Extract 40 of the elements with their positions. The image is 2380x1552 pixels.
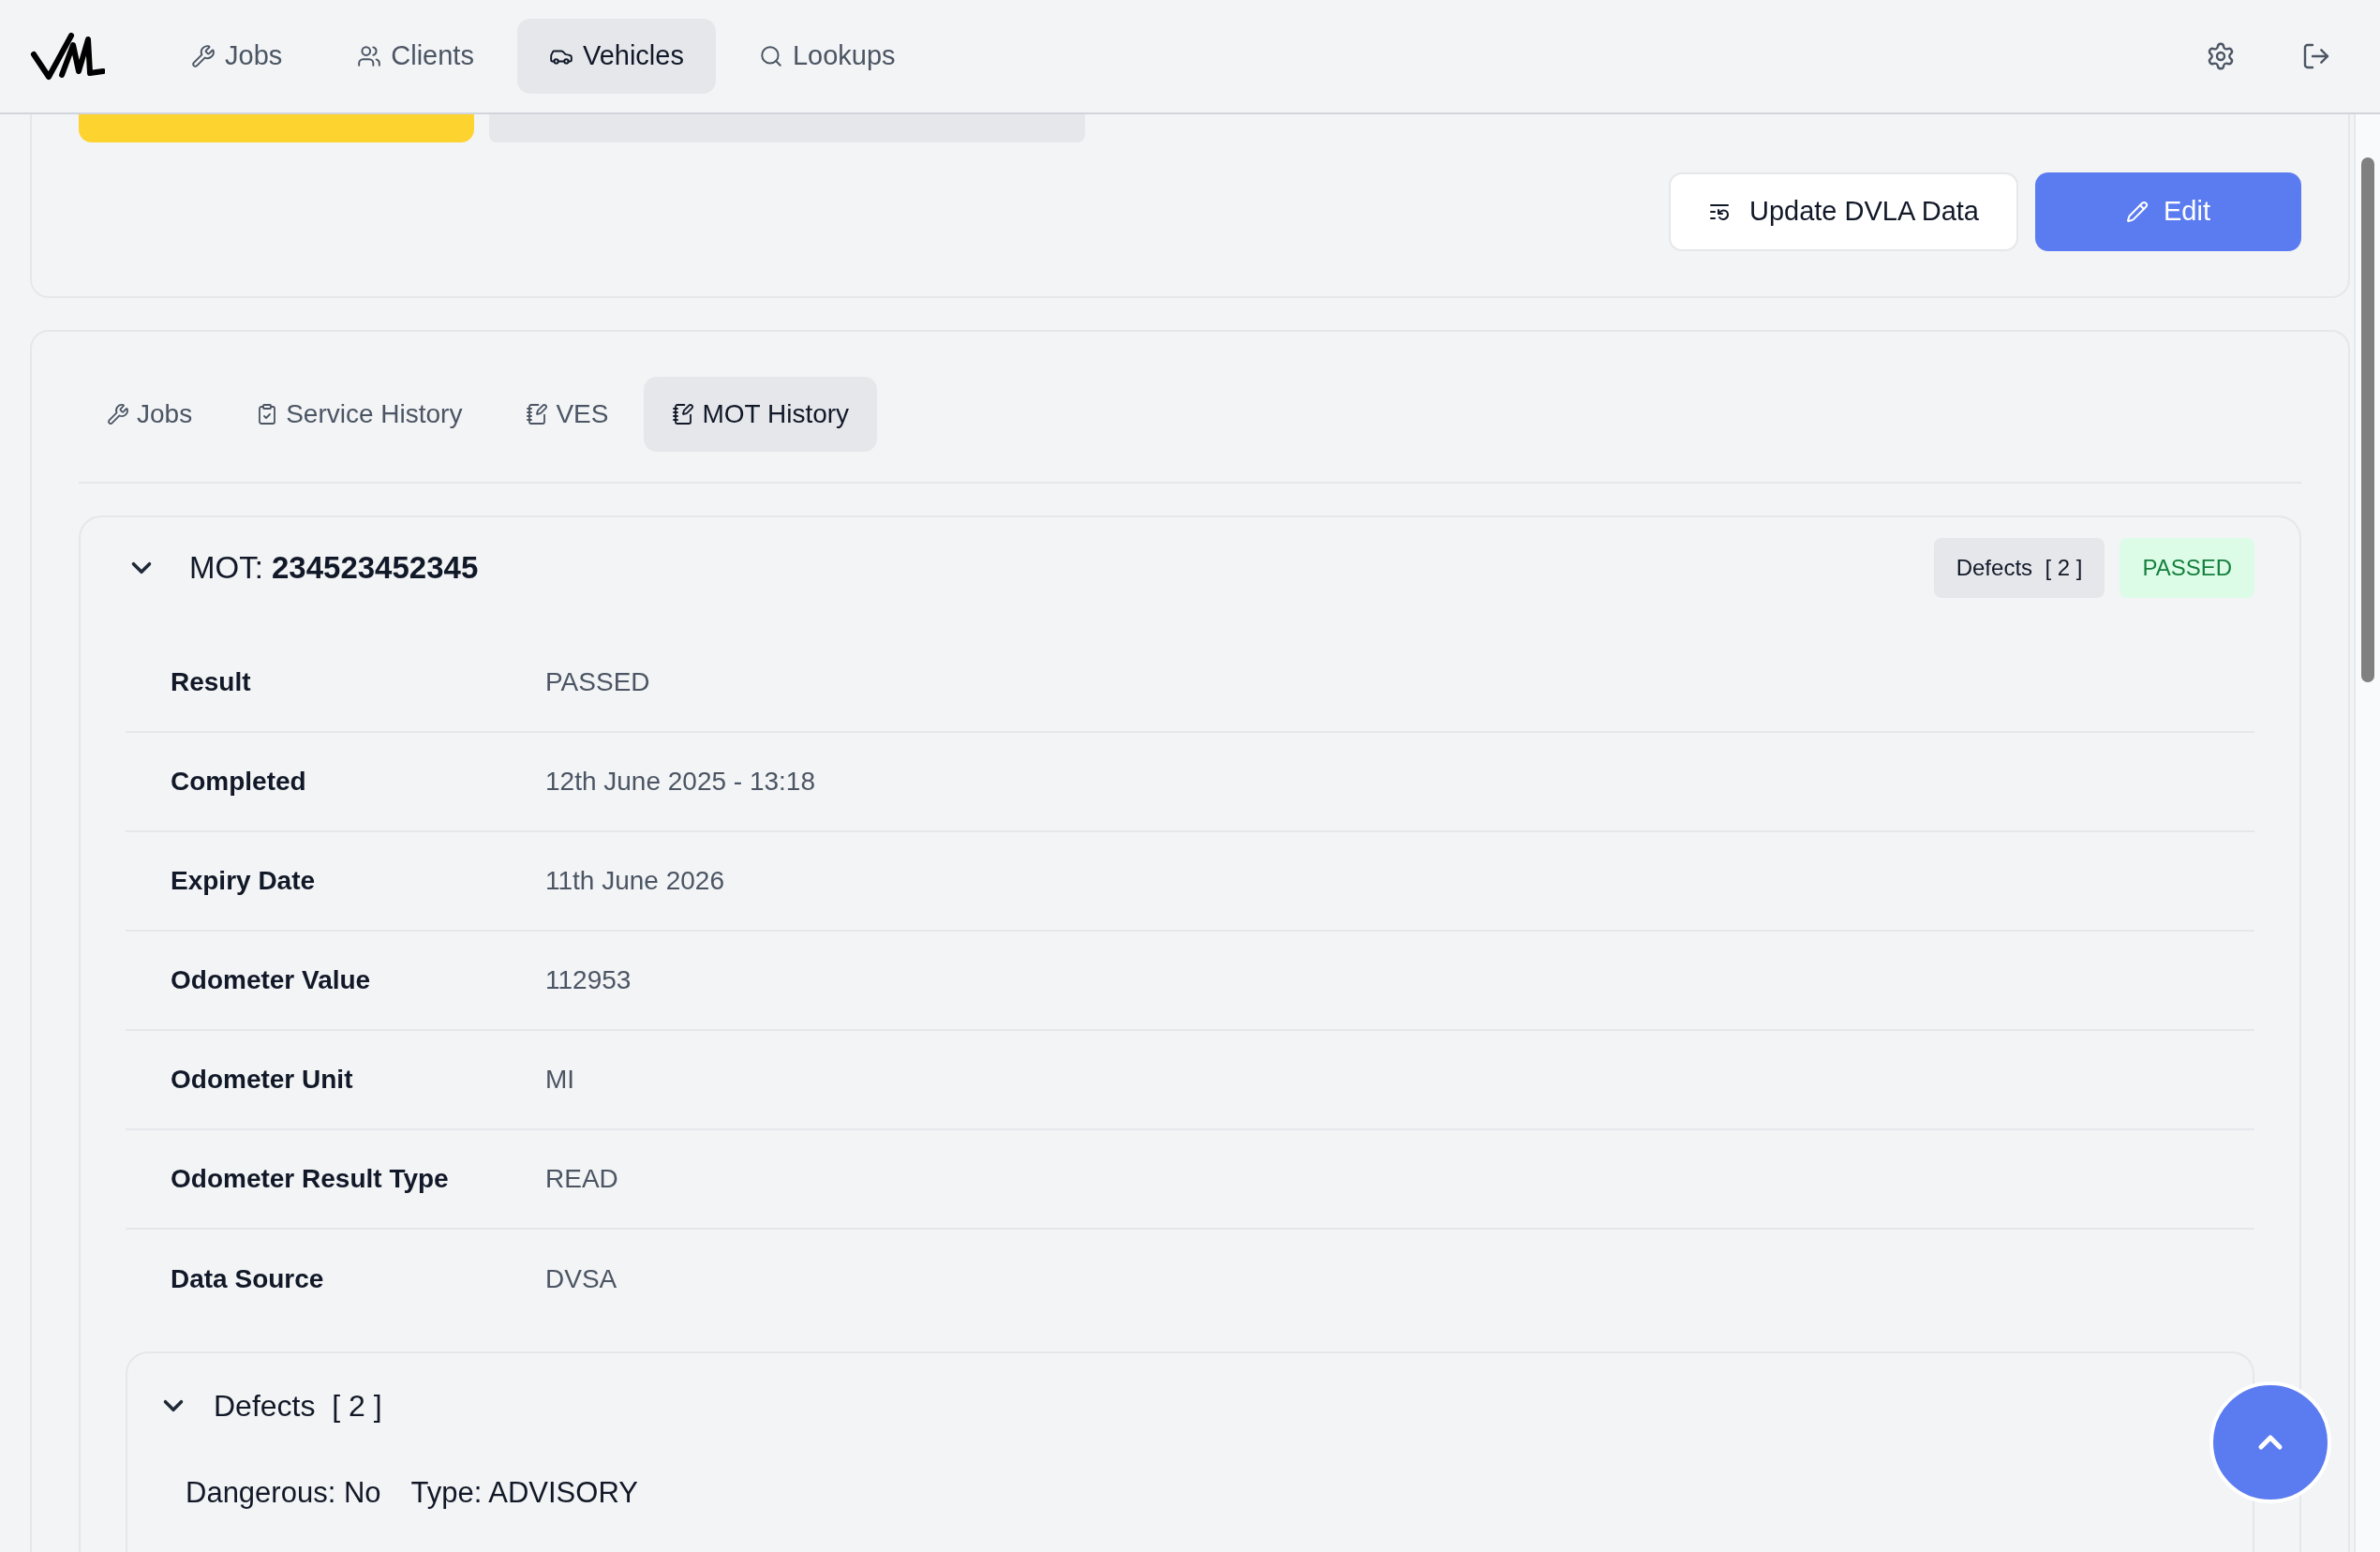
field-label: Data Source: [171, 1263, 325, 1295]
defects-count-badge: Defects [ 2 ]: [1933, 538, 2105, 598]
notebook-icon: [526, 403, 549, 425]
field-label: Odometer Result Type: [171, 1163, 450, 1195]
pencil-icon: [2126, 201, 2149, 223]
field-value: MI: [545, 1064, 575, 1096]
wrench-icon: [191, 44, 216, 68]
users-icon: [357, 44, 382, 68]
field-value: DVSA: [545, 1263, 617, 1295]
field-value: 11th June 2026: [545, 865, 724, 897]
status-badge: PASSED: [2120, 538, 2254, 598]
defect-type-text: Type: ADVISORY: [410, 1475, 638, 1511]
field-value: 112953: [545, 964, 632, 996]
field-label: Odometer Unit: [171, 1064, 354, 1096]
dangerous-text: Dangerous: No: [186, 1475, 381, 1511]
mot-title: MOT: 234523452345: [189, 549, 479, 588]
nav-tab[interactable]: Vehicles: [516, 19, 716, 94]
tab[interactable]: Jobs: [79, 377, 221, 452]
field-label: Expiry Date: [171, 865, 317, 897]
tab[interactable]: Service History: [228, 377, 491, 452]
settings-icon[interactable]: [2206, 41, 2236, 71]
field-label: Result: [171, 666, 252, 698]
field-label: Completed: [171, 766, 307, 798]
logo-icon: [30, 30, 105, 82]
search-icon: [758, 44, 783, 68]
wrench-icon: [107, 403, 129, 425]
edit-button[interactable]: Edit: [2035, 172, 2301, 251]
tab[interactable]: MOT History: [644, 377, 878, 452]
notebook-icon: [672, 403, 695, 425]
logout-icon[interactable]: [2301, 41, 2331, 71]
defects-title: Defects [ 2 ]: [214, 1388, 382, 1425]
field-value: PASSED: [545, 666, 650, 698]
field-value: READ: [545, 1163, 618, 1195]
nav-tab[interactable]: Lookups: [726, 19, 928, 94]
nav-tab[interactable]: Jobs: [159, 19, 315, 94]
update-dvla-button[interactable]: Update DVLA Data: [1668, 172, 2018, 251]
field-value: 12th June 2025 - 13:18: [545, 766, 815, 798]
nav-tab[interactable]: Clients: [325, 19, 506, 94]
field-label: Odometer Value: [171, 964, 372, 996]
tab[interactable]: VES: [498, 377, 637, 452]
